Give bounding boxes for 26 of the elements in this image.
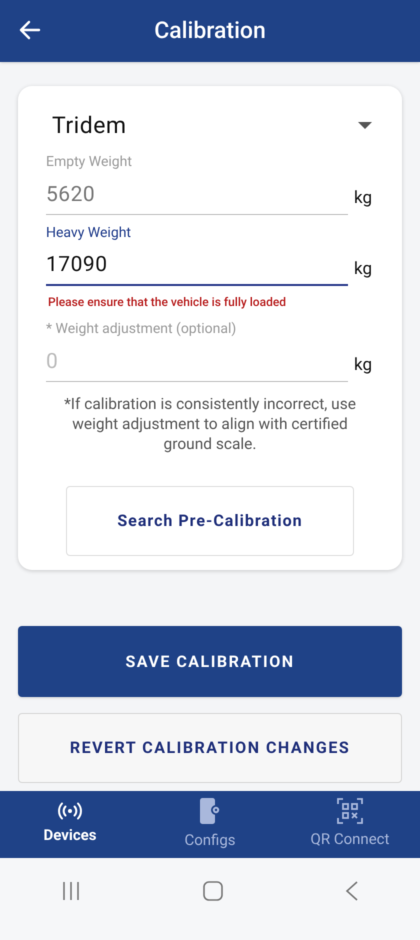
weight-input[interactable]: 17090	[46, 246, 348, 286]
back-icon[interactable]	[345, 881, 359, 901]
broadcast-icon	[57, 802, 83, 820]
field-label: Heavy Weight	[46, 224, 132, 243]
qr-code-icon	[337, 798, 363, 824]
error-message: Please ensure that the vehicle is fully loaded	[48, 294, 288, 311]
nav-tab[interactable]: Configs	[140, 791, 280, 858]
weight-input[interactable]: 0	[46, 342, 348, 382]
calibration-note: *If calibration is consistently incorrect, use weight adjustment to align with certified ground scale.	[63, 394, 357, 454]
nav-tab[interactable]: QR Connect	[280, 791, 420, 858]
nav-tab[interactable]: Devices	[0, 791, 140, 858]
unit-label: kg	[354, 258, 373, 280]
revert-changes-button[interactable]: REVERT CALIBRATION CHANGES	[18, 713, 402, 783]
save-calibration-button[interactable]: SAVE CALIBRATION	[18, 626, 402, 697]
unit-label: kg	[354, 354, 373, 376]
vehicle-dropdown[interactable]: Tridem	[46, 108, 374, 144]
back-arrow-icon	[18, 18, 42, 42]
field-label: Empty Weight	[46, 153, 133, 172]
home-icon[interactable]	[203, 881, 223, 901]
unit-label: kg	[354, 186, 373, 210]
dropdown-caret-icon	[358, 122, 372, 130]
search-pre-calibration-button[interactable]: Search Pre-Calibration	[66, 486, 354, 556]
page-title: Calibration	[154, 16, 266, 46]
phone-gear-icon	[198, 797, 222, 826]
recent-apps-icon[interactable]	[61, 881, 81, 901]
field-label: * Weight adjustment (optional)	[46, 320, 238, 339]
